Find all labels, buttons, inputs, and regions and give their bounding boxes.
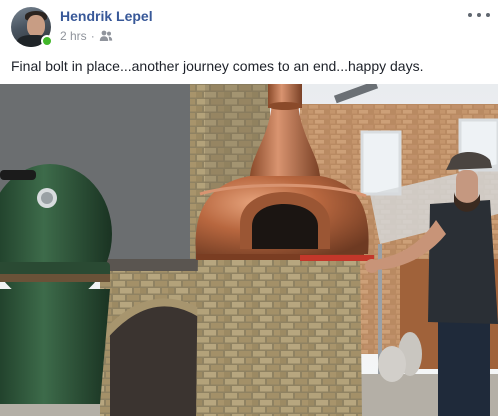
avatar-face	[27, 15, 45, 37]
online-status-icon	[41, 35, 53, 47]
more-options-icon[interactable]	[468, 8, 490, 22]
post-photo[interactable]	[0, 84, 498, 416]
pizza-oven-photo	[0, 84, 498, 416]
post-timestamp[interactable]: 2 hrs	[60, 29, 87, 43]
post-text: Final bolt in place...another journey co…	[11, 58, 424, 74]
post-header: Hendrik Lepel 2 hrs ·	[0, 0, 498, 52]
author-name-link[interactable]: Hendrik Lepel	[60, 8, 153, 24]
more-dot	[486, 13, 490, 17]
more-dot	[468, 13, 472, 17]
post-meta: 2 hrs ·	[60, 29, 113, 43]
friends-icon[interactable]	[99, 30, 113, 42]
meta-separator: ·	[90, 29, 95, 43]
more-dot	[477, 13, 481, 17]
